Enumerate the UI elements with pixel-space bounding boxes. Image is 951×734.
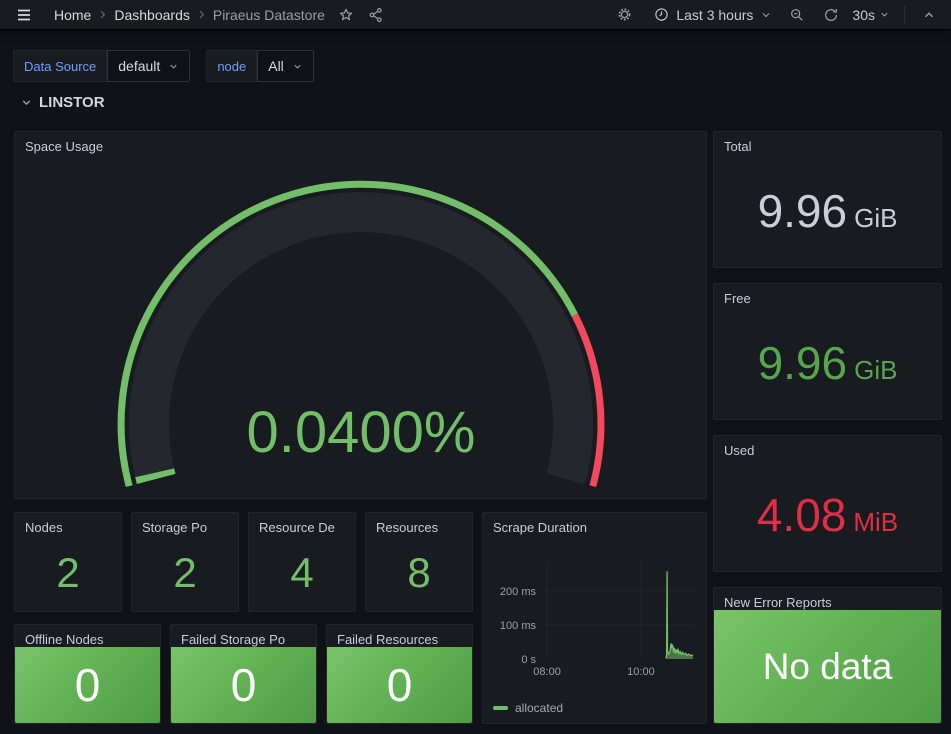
panel-title[interactable]: Resources	[366, 513, 472, 535]
panel-total: Total 9.96 GiB	[713, 131, 942, 268]
chevron-down-icon	[20, 96, 33, 109]
star-icon[interactable]	[335, 4, 357, 26]
stat-background: 0	[171, 647, 316, 723]
stat-background: 0	[327, 647, 472, 723]
panel-title[interactable]: Failed Storage Po	[171, 625, 316, 647]
dashboard-variables: Data Source default node All	[13, 50, 330, 82]
svg-text:0.0400%: 0.0400%	[247, 400, 476, 465]
panel-scrape-duration: Scrape Duration 0 s100 ms200 ms08:0010:0…	[482, 512, 707, 724]
stat-value: 2	[56, 552, 79, 594]
stat-value: 4.08	[757, 492, 847, 538]
top-navbar: Home Dashboards Piraeus Datastore	[0, 0, 951, 30]
panel-resources: Resources 8	[365, 512, 473, 612]
datasource-variable-select[interactable]: default	[107, 50, 190, 82]
chevron-down-icon	[760, 9, 772, 21]
svg-text:200 ms: 200 ms	[500, 586, 537, 598]
breadcrumb-home[interactable]: Home	[54, 7, 91, 23]
svg-text:0 s: 0 s	[521, 654, 536, 666]
stat-background: 0	[15, 647, 160, 723]
stat-value: 9.96	[758, 188, 848, 234]
panel-title[interactable]: New Error Reports	[714, 588, 941, 610]
panel-title[interactable]: Total	[714, 132, 941, 154]
collapse-navbar-icon[interactable]	[919, 5, 939, 25]
legend-color-chip	[493, 706, 508, 710]
panel-resource-definitions: Resource De 4	[248, 512, 356, 612]
breadcrumb-dashboards[interactable]: Dashboards	[114, 7, 190, 23]
panel-free: Free 9.96 GiB	[713, 283, 942, 420]
scrape-duration-chart: 0 s 100 ms 200 ms 08:00 10:00	[483, 513, 707, 724]
refresh-interval-label: 30s	[852, 7, 875, 23]
svg-text:08:00: 08:00	[533, 666, 561, 678]
legend-label: allocated	[515, 701, 563, 715]
time-range-label: Last 3 hours	[676, 7, 753, 23]
datasource-variable-label: Data Source	[13, 50, 107, 82]
chevron-right-icon	[196, 9, 207, 20]
space-usage-gauge: 0.0400%	[15, 160, 707, 499]
zoom-out-icon[interactable]	[786, 4, 808, 26]
node-variable-value: All	[268, 58, 284, 74]
row-linstor[interactable]: LINSTOR	[20, 94, 105, 111]
panel-title[interactable]: Free	[714, 284, 941, 306]
panel-title[interactable]: Space Usage	[15, 132, 706, 154]
panel-failed-storage-pools: Failed Storage Po 0	[170, 624, 317, 724]
stat-value: 0	[387, 662, 413, 708]
refresh-icon[interactable]	[820, 4, 842, 26]
stat-value: 4	[290, 552, 313, 594]
panel-title[interactable]: Failed Resources	[327, 625, 472, 647]
svg-text:10:00: 10:00	[627, 666, 655, 678]
panel-title[interactable]: Used	[714, 436, 941, 458]
chevron-down-icon	[292, 61, 303, 72]
stat-unit: MiB	[853, 509, 898, 535]
panel-storage-pools: Storage Po 2	[131, 512, 239, 612]
panel-title[interactable]: Nodes	[15, 513, 121, 535]
share-icon[interactable]	[365, 4, 387, 26]
breadcrumb: Home Dashboards Piraeus Datastore	[54, 7, 325, 23]
panel-title[interactable]: Offline Nodes	[15, 625, 160, 647]
node-variable-label: node	[206, 50, 257, 82]
stat-value: No data	[763, 646, 893, 688]
stat-unit: GiB	[854, 357, 897, 383]
chevron-right-icon	[97, 9, 108, 20]
stat-value: 8	[407, 552, 430, 594]
panel-space-usage: Space Usage 0.0400%	[14, 131, 707, 499]
divider	[904, 6, 905, 24]
panel-title[interactable]: Storage Po	[132, 513, 238, 535]
time-range-picker[interactable]: Last 3 hours	[654, 7, 772, 23]
datasource-variable-value: default	[118, 58, 160, 74]
row-title: LINSTOR	[39, 94, 105, 111]
chevron-down-icon	[168, 61, 179, 72]
stat-unit: GiB	[854, 205, 897, 231]
panel-used: Used 4.08 MiB	[713, 435, 942, 572]
chevron-down-icon	[879, 9, 890, 20]
svg-text:100 ms: 100 ms	[500, 620, 537, 632]
stat-background: No data	[714, 610, 941, 723]
panel-offline-nodes: Offline Nodes 0	[14, 624, 161, 724]
node-variable-select[interactable]: All	[257, 50, 314, 82]
clock-icon	[654, 7, 669, 22]
stat-value: 2	[173, 552, 196, 594]
panel-title[interactable]: Resource De	[249, 513, 355, 535]
panel-failed-resources: Failed Resources 0	[326, 624, 473, 724]
panel-new-error-reports: New Error Reports No data	[713, 587, 942, 724]
panel-nodes: Nodes 2	[14, 512, 122, 612]
refresh-interval-dropdown[interactable]: 30s	[852, 7, 890, 23]
gear-icon[interactable]	[613, 3, 636, 26]
stat-value: 9.96	[758, 340, 848, 386]
stat-value: 0	[75, 662, 101, 708]
breadcrumb-current: Piraeus Datastore	[213, 7, 325, 23]
stat-value: 0	[231, 662, 257, 708]
legend-item-allocated[interactable]: allocated	[493, 701, 563, 715]
menu-icon[interactable]	[12, 3, 36, 27]
